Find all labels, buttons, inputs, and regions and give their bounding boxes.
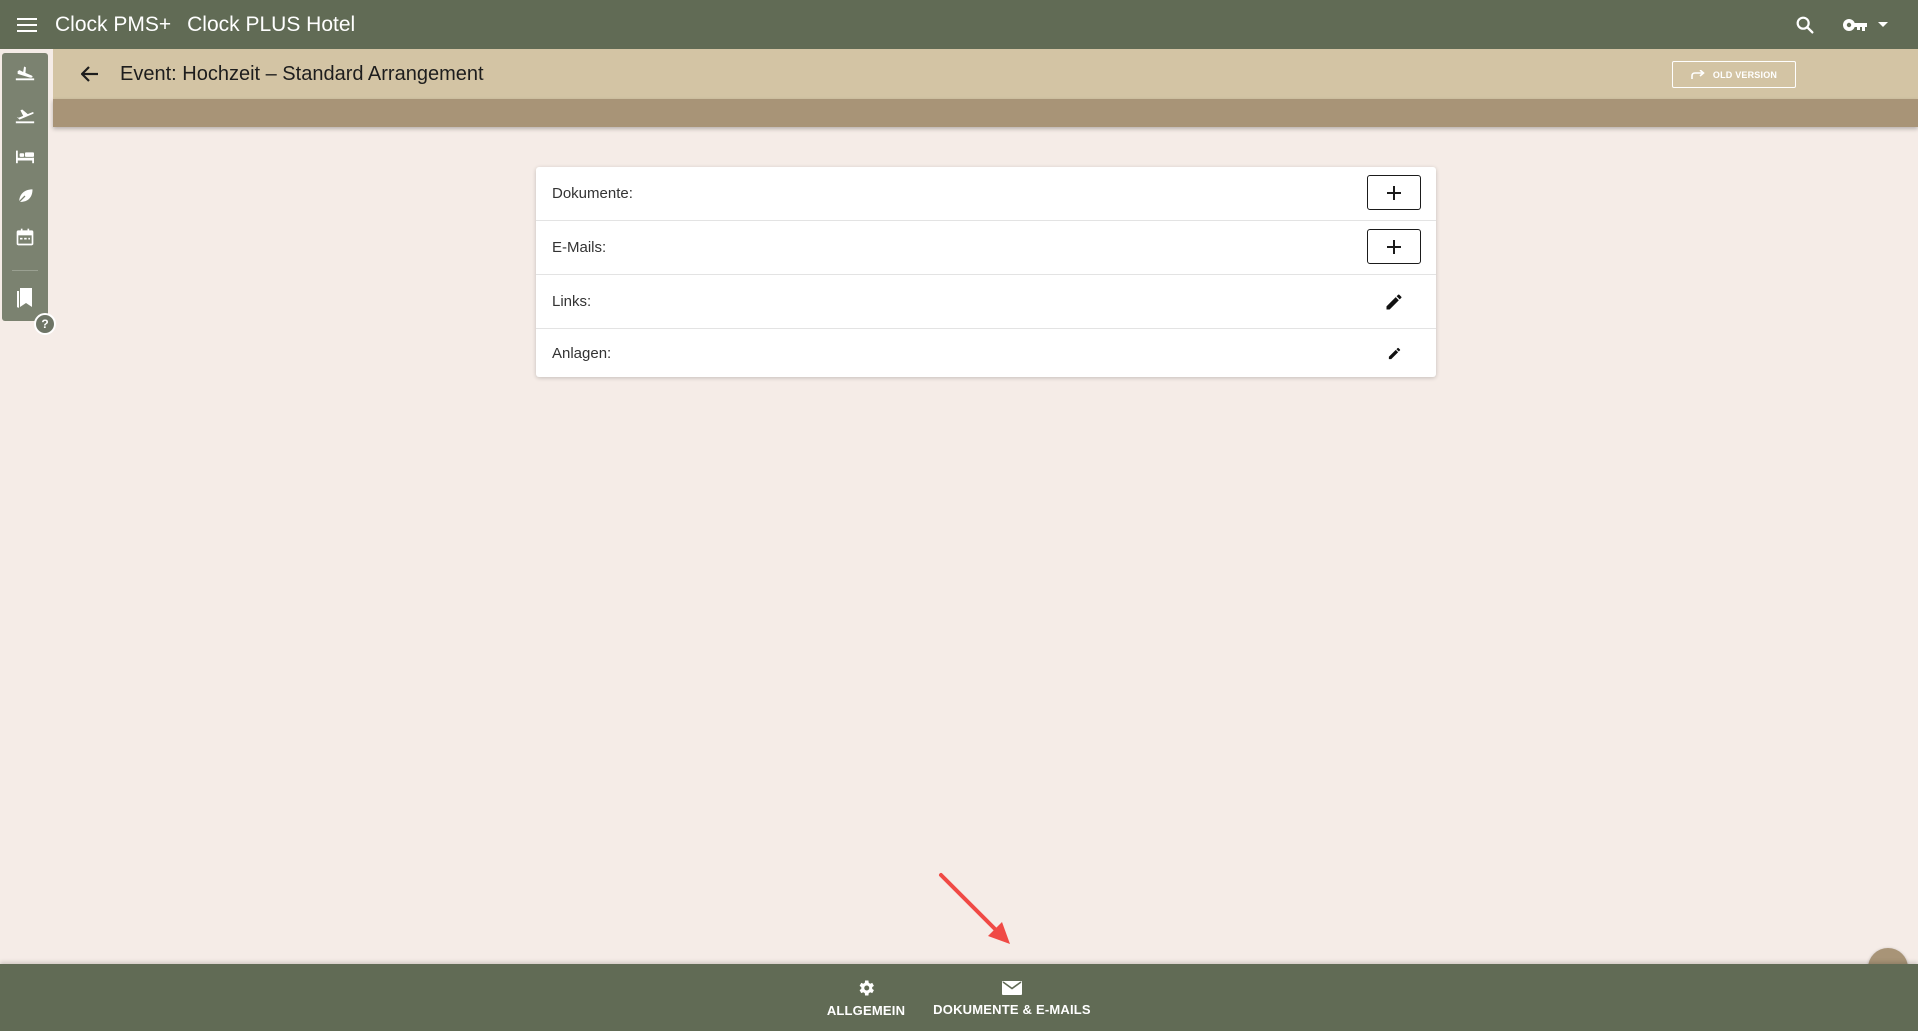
documents-label: Dokumente: — [552, 185, 633, 202]
account-menu-button[interactable] — [1842, 17, 1888, 33]
app-name: Clock PMS+ — [55, 12, 172, 36]
tab-general[interactable]: ALLGEMEIN — [822, 964, 910, 1031]
annotation-arrow — [938, 872, 1012, 951]
add-email-button[interactable] — [1367, 229, 1421, 264]
plus-icon — [1386, 239, 1402, 255]
tab-documents-emails-label: DOKUMENTE & E-MAILS — [933, 1001, 1091, 1017]
dropdown-arrow-icon — [1878, 21, 1888, 28]
add-document-button[interactable] — [1367, 175, 1421, 210]
help-button[interactable]: ? — [34, 313, 56, 335]
key-icon — [1842, 17, 1868, 33]
attachments-label: Anlagen: — [552, 344, 612, 362]
back-arrow-icon[interactable] — [76, 60, 104, 88]
mail-icon — [1001, 979, 1023, 997]
arrival-icon[interactable] — [11, 58, 39, 86]
departure-icon[interactable] — [11, 101, 39, 129]
bottom-navigation: ALLGEMEIN DOKUMENTE & E-MAILS — [0, 964, 1918, 1031]
attachments-row: Anlagen: — [536, 329, 1436, 377]
calendar-icon[interactable] — [11, 223, 39, 251]
links-label: Links: — [552, 293, 592, 310]
emails-row: E-Mails: — [536, 221, 1436, 275]
edit-links-pencil-icon[interactable] — [1380, 288, 1408, 316]
page-header: Event: Hochzeit – Standard Arrangement O… — [53, 49, 1918, 99]
documents-row: Dokumente: — [536, 167, 1436, 221]
plus-icon — [1386, 185, 1402, 201]
rail-divider — [12, 270, 38, 271]
tab-documents-emails[interactable]: DOKUMENTE & E-MAILS — [932, 964, 1092, 1031]
top-app-bar: Clock PMS+ Clock PLUS Hotel — [0, 0, 1918, 49]
bookmarks-icon[interactable] — [11, 284, 39, 312]
tab-strip — [53, 99, 1918, 127]
old-version-button[interactable]: OLD VERSION — [1672, 61, 1796, 88]
old-version-label: OLD VERSION — [1712, 69, 1778, 80]
side-rail — [2, 53, 48, 321]
search-icon[interactable] — [1794, 14, 1816, 36]
links-row: Links: — [536, 275, 1436, 329]
leaf-icon[interactable] — [11, 182, 39, 210]
hotel-name[interactable]: Clock PLUS Hotel — [187, 13, 355, 37]
bed-icon[interactable] — [11, 142, 39, 170]
redo-arrow-icon — [1691, 69, 1705, 80]
tab-general-label: ALLGEMEIN — [826, 1002, 906, 1018]
documents-card: Dokumente: E-Mails: Links: Anlagen: — [536, 167, 1436, 377]
emails-label: E-Mails: — [552, 239, 607, 256]
menu-icon[interactable] — [13, 11, 41, 39]
page-title: Event: Hochzeit – Standard Arrangement — [120, 62, 484, 85]
gear-icon — [856, 978, 876, 998]
edit-attachments-pencil-icon[interactable] — [1380, 339, 1408, 367]
